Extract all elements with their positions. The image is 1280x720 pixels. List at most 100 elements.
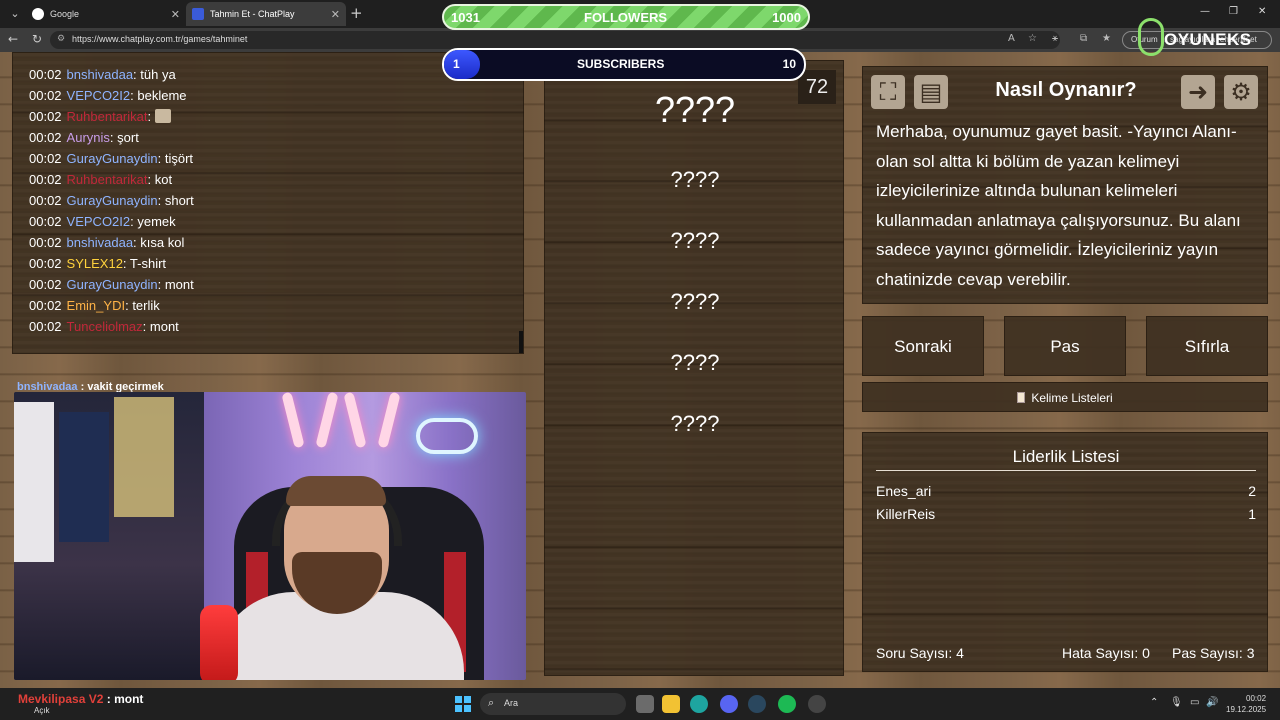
reload-icon[interactable]: ↻ xyxy=(32,32,42,46)
chat-message: 00:02 GurayGunaydin: mont xyxy=(29,277,194,292)
url-input[interactable]: ⚙ https://www.chatplay.com.tr/games/tahm… xyxy=(50,31,1060,49)
chat-username[interactable]: Aurynis xyxy=(67,130,110,145)
discord-icon[interactable] xyxy=(720,695,738,713)
chat-username[interactable]: Ruhbentarikat xyxy=(67,109,148,124)
tab-list-chevron-icon[interactable]: ⌄ xyxy=(6,5,24,23)
maximize-icon[interactable]: ❐ xyxy=(1229,6,1238,17)
favorite-star-icon[interactable]: ☆ xyxy=(1028,33,1037,44)
favorites-icon[interactable]: ★ xyxy=(1102,33,1111,44)
chat-username[interactable]: Emin_YDI xyxy=(67,298,126,313)
chat-scrollbar[interactable] xyxy=(519,331,523,353)
bottom-chat-text: mont xyxy=(114,692,144,706)
chat-message: 00:02 VEPCO2I2: yemek xyxy=(29,214,176,229)
search-placeholder: Ara xyxy=(504,698,519,708)
chat-username[interactable]: bnshivadaa xyxy=(67,235,134,250)
taskbar-search[interactable]: ⌕ Ara xyxy=(480,693,626,715)
chat-separator: : xyxy=(147,109,155,124)
leader-score: 2 xyxy=(1248,483,1256,499)
chat-time: 00:02 xyxy=(29,88,62,103)
chat-separator: : xyxy=(142,319,150,334)
chat-separator: : xyxy=(157,277,165,292)
leader-name: Enes_ari xyxy=(876,483,932,499)
chat-text: T-shirt xyxy=(129,256,167,271)
word-lists-label: Kelime Listeleri xyxy=(1031,391,1113,405)
next-button[interactable]: Sonraki xyxy=(862,316,984,376)
leaderboard-row: KillerReis 1 xyxy=(876,506,1256,522)
chat-username[interactable]: GurayGunaydin xyxy=(67,193,158,208)
chat-message: 00:02 GurayGunaydin: short xyxy=(29,193,194,208)
exit-icon[interactable]: ➜ xyxy=(1181,75,1215,109)
chat-text: short xyxy=(164,193,194,208)
chat-username[interactable]: SYLEX12 xyxy=(67,256,123,271)
app-icon[interactable] xyxy=(808,695,826,713)
close-tab-icon[interactable]: ✕ xyxy=(331,8,340,21)
chat-username[interactable]: GurayGunaydin xyxy=(67,277,158,292)
split-screen-icon[interactable]: ⧉ xyxy=(1080,33,1087,44)
volume-icon[interactable]: 🔊 xyxy=(1206,697,1218,708)
chat-message: 00:02 Aurynis: şort xyxy=(29,130,139,145)
chat-separator: : xyxy=(157,193,165,208)
browser-tab-google[interactable]: Google ✕ xyxy=(26,2,186,26)
task-view-icon[interactable] xyxy=(636,695,654,713)
extensions-icon[interactable]: ⚹ xyxy=(1052,33,1058,44)
reset-button[interactable]: Sıfırla xyxy=(1146,316,1268,376)
how-to-play-panel: ⛶ ▤ Nasıl Oynanır? ➜ ⚙ Merhaba, oyunumuz… xyxy=(862,66,1268,304)
browser-tab-chatplay[interactable]: Tahmin Et - ChatPlay ✕ xyxy=(186,2,346,26)
leader-score: 1 xyxy=(1248,506,1256,522)
chat-text: şort xyxy=(117,130,139,145)
close-tab-icon[interactable]: ✕ xyxy=(171,8,180,21)
subscribers-goal-bar: 1 SUBSCRIBERS 10 xyxy=(442,48,806,81)
close-window-icon[interactable]: ✕ xyxy=(1258,6,1266,17)
chat-text: mont xyxy=(149,319,179,334)
error-count: Hata Sayısı: 0 xyxy=(1062,645,1150,661)
chat-time: 00:02 xyxy=(29,109,62,124)
clock-date: 19.12.2025 xyxy=(1226,705,1267,714)
back-arrow-icon[interactable]: ← xyxy=(8,32,18,46)
followers-label: FOLLOWERS xyxy=(584,10,668,25)
clock-time: 00:02 xyxy=(1246,694,1267,703)
google-favicon-icon xyxy=(32,8,44,20)
chat-username[interactable]: VEPCO2I2 xyxy=(67,88,131,103)
spotify-icon[interactable] xyxy=(778,695,796,713)
network-icon[interactable]: ▭ xyxy=(1190,697,1199,708)
mascot-icon xyxy=(1138,18,1164,56)
minimize-icon[interactable]: — xyxy=(1200,6,1210,17)
taskbar-clock[interactable]: 00:02 19.12.2025 xyxy=(1226,693,1266,715)
settings-gear-icon[interactable]: ⚙ xyxy=(1224,75,1258,109)
pass-count: Pas Sayısı: 3 xyxy=(1172,645,1255,661)
steam-icon[interactable] xyxy=(748,695,766,713)
new-tab-plus-icon[interactable]: + xyxy=(350,4,363,22)
chat-username[interactable]: VEPCO2I2 xyxy=(67,214,131,229)
chat-text: terlik xyxy=(132,298,160,313)
forbidden-word: ???? xyxy=(670,228,720,253)
chat-message: 00:02 VEPCO2I2: bekleme xyxy=(29,88,187,103)
bottom-chat-user: Mevkilipasa V2 xyxy=(18,692,104,706)
bottom-chat-overlay: Mevkilipasa V2 : mont xyxy=(18,692,144,706)
subscribers-progress-fill xyxy=(444,50,480,79)
edge-icon[interactable] xyxy=(690,695,708,713)
mic-tray-icon[interactable]: 🎙 xyxy=(1170,697,1183,708)
how-to-play-text: Merhaba, oyunumuz gayet basit. -Yayıncı … xyxy=(876,122,1241,289)
chat-username[interactable]: Tunceliolmaz xyxy=(67,319,143,334)
word-lists-button[interactable]: Kelime Listeleri xyxy=(862,382,1268,412)
chat-username[interactable]: Ruhbentarikat xyxy=(67,172,148,187)
chat-username[interactable]: GurayGunaydin xyxy=(67,151,158,166)
chat-separator: : xyxy=(147,172,155,187)
chat-message: 00:02 bnshivadaa: kısa kol xyxy=(29,235,184,250)
word-cards-panel: ???? ???? ???? ???? ???? ???? xyxy=(544,60,844,676)
chatplay-favicon-icon xyxy=(192,8,204,20)
file-explorer-icon[interactable] xyxy=(662,695,680,713)
windows-start-icon[interactable] xyxy=(455,696,471,712)
chat-message: 00:02 Tunceliolmaz: mont xyxy=(29,319,179,334)
pass-button[interactable]: Pas xyxy=(1004,316,1126,376)
chat-text: bekleme xyxy=(137,88,187,103)
chat-message: 00:02 Emin_YDI: terlik xyxy=(29,298,160,313)
tray-chevron-icon[interactable]: ⌃ xyxy=(1150,697,1158,708)
chat-username[interactable]: bnshivadaa xyxy=(67,67,134,82)
chat-time: 00:02 xyxy=(29,193,62,208)
read-aloud-icon[interactable]: A xyxy=(1008,33,1015,44)
site-info-icon[interactable]: ⚙ xyxy=(57,34,65,44)
chat-time: 00:02 xyxy=(29,256,62,271)
streamer-webcam xyxy=(14,392,526,680)
gamepad-neon-icon xyxy=(416,418,478,454)
